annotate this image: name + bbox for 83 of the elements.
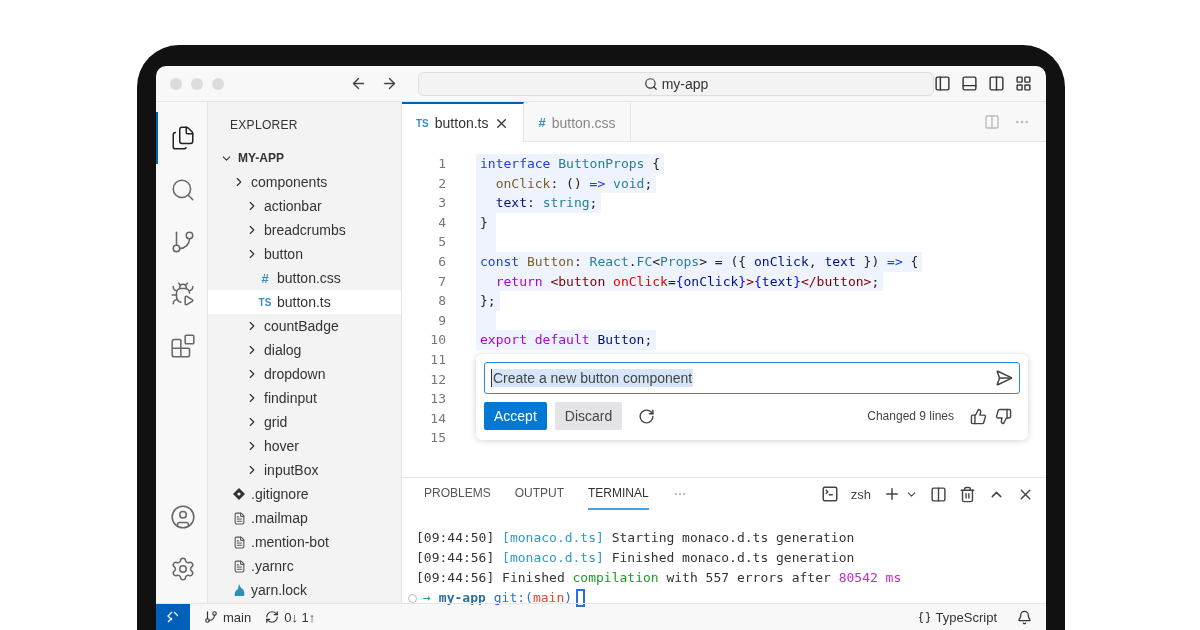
remote-button[interactable] [156,603,190,630]
ts-file-icon: TS [258,296,272,308]
panel-tab[interactable]: OUTPUT [514,478,565,510]
forward-icon[interactable] [381,75,398,92]
line-number: 13 [429,390,446,409]
file-item[interactable]: breadcrumbs [208,218,401,242]
branch-indicator[interactable]: main [204,609,252,625]
line-number: 15 [429,429,446,448]
line-number: 5 [437,233,446,252]
new-terminal-icon[interactable] [883,485,901,503]
panel-tab[interactable]: PROBLEMS [424,478,491,510]
file-item[interactable]: countBadge [208,314,401,338]
file-item[interactable]: TS button.ts [208,290,401,314]
sync-indicator[interactable]: 0↓ 1↑ [265,609,316,625]
sidebar-toggle-icon[interactable] [934,75,951,92]
window-dot[interactable] [170,77,182,90]
ts-file-icon: TS [416,117,429,129]
notifications-icon[interactable] [1017,609,1032,625]
file-item[interactable]: yarn.lock [208,578,401,602]
line-number: 8 [437,292,446,311]
panel-tab[interactable]: TERMINAL [588,478,649,510]
terminal-line: [09:44:56] Finished compilation with 557 errors after 80542 ms [416,569,903,587]
file-item[interactable]: dialog [208,338,401,362]
folder-item[interactable]: components [208,170,401,194]
split-terminal-icon[interactable] [930,485,947,503]
terminal-line: [09:44:50] [monaco.d.ts] Starting monaco.d.ts generation [416,529,856,547]
terminal-prompt: → my-app git:(main) [423,589,573,607]
window-dot[interactable] [191,77,203,90]
thumbs-up-icon[interactable] [970,407,987,425]
terminal-icon[interactable] [820,485,839,503]
file-item[interactable]: inputBox [208,458,401,482]
line-number: 1 [437,155,446,173]
file-item[interactable]: .mailmap [208,506,401,530]
thumbs-down-icon[interactable] [995,407,1012,425]
yarn-file-icon [232,583,246,597]
trash-icon[interactable] [959,485,976,503]
file-item[interactable]: .yarnrc [208,554,401,578]
shell-name[interactable]: zsh [850,486,871,502]
file-item[interactable]: .gitignore [208,482,401,506]
text-file-icon [232,535,246,549]
send-icon[interactable] [995,369,1013,387]
sidebar-title: EXPLORER [229,117,299,134]
line-number: 4 [437,213,446,232]
discard-button[interactable]: Discard [554,402,623,430]
panel-toggle-icon[interactable] [961,75,978,92]
file-item[interactable]: hover [208,434,401,458]
file-item[interactable]: dropdown [208,362,401,386]
remote-icon [167,611,179,623]
editor-tab[interactable]: TS button.ts [402,102,525,142]
change-summary: Changed 9 lines [867,409,954,423]
command-center[interactable]: my-app [418,71,934,96]
line-number: 6 [437,252,446,271]
layout-icon[interactable] [1015,75,1032,92]
line-number: 7 [437,272,446,291]
line-number: 12 [429,370,446,389]
line-number: 10 [429,331,446,350]
language-indicator[interactable]: TypeScript [917,609,997,625]
line-number: 3 [437,194,446,213]
split-layout-icon[interactable] [988,75,1005,92]
file-item[interactable]: grid [208,410,401,434]
css-file-icon: # [261,270,269,286]
css-file-icon: # [538,115,546,130]
line-number: 2 [437,174,446,193]
terminal-line: [09:44:56] [monaco.d.ts] Finished monaco.d.ts generation [416,549,856,567]
text-file-icon [232,511,246,525]
folder-item[interactable]: button [208,242,401,266]
search-icon [643,76,658,91]
regenerate-icon[interactable] [638,407,656,425]
prompt-field[interactable]: Create a new button component [484,362,1020,394]
line-number: 14 [429,409,446,428]
file-item[interactable]: .mention-bot [208,530,401,554]
text-file-icon [232,559,246,573]
back-icon[interactable] [350,75,367,92]
window-dot[interactable] [212,77,224,90]
folder-item[interactable]: MY-APP [208,146,401,170]
line-number: 9 [437,311,446,330]
git-file-icon [233,488,245,500]
accept-button[interactable]: Accept [484,402,547,430]
file-item[interactable]: findinput [208,386,401,410]
line-number: 11 [429,350,446,369]
terminal-cursor [576,589,586,607]
file-item[interactable]: actionbar [208,194,401,218]
file-item[interactable]: # button.css [208,266,401,290]
